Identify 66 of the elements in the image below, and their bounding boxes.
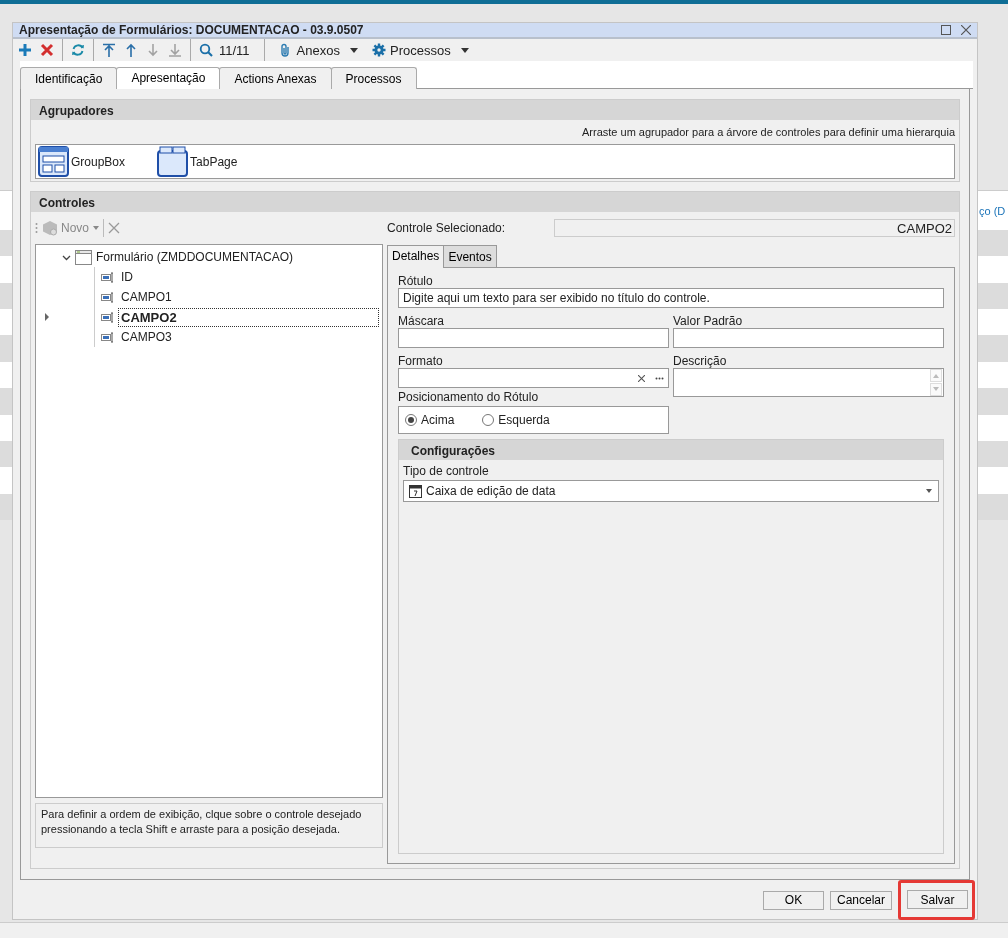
maximize-icon[interactable] bbox=[941, 25, 951, 35]
search-icon[interactable] bbox=[199, 42, 213, 58]
window-title: Apresentação de Formulários: DOCUMENTACAO - 03.9.0507 bbox=[19, 23, 365, 37]
tab[interactable]: Identificação bbox=[20, 67, 118, 89]
field-icon bbox=[101, 311, 114, 323]
text-field[interactable] bbox=[398, 368, 669, 388]
text-field[interactable] bbox=[673, 328, 944, 348]
field-icon bbox=[101, 271, 114, 283]
dialog-button[interactable]: Cancelar bbox=[829, 890, 892, 910]
delete-icon[interactable] bbox=[40, 42, 54, 58]
ellipsis-icon[interactable] bbox=[655, 376, 664, 380]
grip-icon bbox=[35, 222, 38, 234]
toolbox-item[interactable]: GroupBox bbox=[71, 154, 126, 169]
radio-label[interactable]: Acima bbox=[421, 413, 455, 427]
clear-icon[interactable] bbox=[638, 374, 645, 382]
tab-page-icon[interactable] bbox=[157, 146, 189, 177]
cube-icon bbox=[42, 220, 58, 236]
tree-node[interactable]: CAMPO3 bbox=[118, 328, 175, 346]
tree-node[interactable]: Formulário (ZMDDOCUMENTACAO) bbox=[96, 250, 294, 264]
tree-node[interactable]: ID bbox=[118, 268, 136, 286]
hint-text: Arraste um agrupador para a árvore de controles para definir uma hierarquia bbox=[582, 126, 955, 138]
field-label: Formato bbox=[398, 353, 444, 368]
dialog-button[interactable]: OK bbox=[762, 890, 824, 910]
tab[interactable]: Eventos bbox=[443, 245, 497, 267]
scroll-arrows-icon bbox=[930, 369, 942, 396]
dialog-button[interactable]: Salvar bbox=[907, 890, 968, 909]
tab[interactable]: Apresentação bbox=[116, 67, 221, 89]
row-indicator-icon bbox=[45, 313, 49, 321]
dropdown[interactable]: Caixa de edição de data bbox=[403, 480, 939, 502]
column-header: ço (D bbox=[979, 204, 1006, 217]
menu-button[interactable]: Anexos bbox=[276, 40, 360, 60]
field-label: Rótulo bbox=[398, 273, 434, 288]
tree-node[interactable]: CAMPO1 bbox=[118, 288, 175, 306]
tree-node[interactable]: CAMPO2 bbox=[118, 307, 379, 327]
hint-text: Para definir a ordem de exibição, clque sobre o controle desejado pressionando a tecla Shift e arraste para a posição desejada. bbox=[35, 803, 383, 848]
field-icon bbox=[101, 291, 114, 303]
field-label: Valor Padrão bbox=[673, 313, 744, 328]
first-icon[interactable] bbox=[102, 42, 116, 58]
up-arrow-icon[interactable] bbox=[124, 42, 138, 58]
refresh-icon[interactable] bbox=[71, 42, 85, 58]
section-title: Controles bbox=[31, 192, 959, 212]
text-area[interactable] bbox=[673, 368, 944, 397]
text-field[interactable]: Digite aqui um texto para ser exibido no título do controle. bbox=[398, 288, 944, 308]
field-label: Posicionamento do Rótulo bbox=[398, 389, 540, 404]
close-icon[interactable] bbox=[961, 25, 971, 35]
groupbox-icon[interactable] bbox=[38, 146, 69, 177]
section-title: Agrupadores bbox=[31, 100, 959, 120]
add-icon[interactable] bbox=[18, 42, 32, 58]
gear-icon bbox=[372, 43, 386, 57]
calendar-icon bbox=[409, 484, 422, 498]
field-label: Tipo de controle bbox=[403, 464, 489, 478]
radio-label[interactable]: Esquerda bbox=[498, 413, 550, 427]
field-label: Máscara bbox=[398, 313, 445, 328]
field-icon bbox=[101, 331, 114, 343]
text-field[interactable] bbox=[398, 328, 669, 348]
menu-button[interactable]: Processos bbox=[370, 40, 471, 60]
field-label: Descrição bbox=[673, 353, 728, 368]
field-label: Controle Selecionado: bbox=[387, 221, 507, 235]
record-counter: 11/11 bbox=[219, 42, 251, 58]
form-icon bbox=[75, 249, 92, 265]
tab[interactable]: Detalhes bbox=[387, 245, 445, 268]
toolbox-item[interactable]: TabPage bbox=[190, 154, 238, 169]
tab[interactable]: Actions Anexas bbox=[219, 67, 332, 89]
section-title: Configurações bbox=[399, 440, 943, 460]
tab[interactable]: Processos bbox=[330, 67, 417, 89]
readonly-field: CAMPO2 bbox=[554, 219, 955, 237]
